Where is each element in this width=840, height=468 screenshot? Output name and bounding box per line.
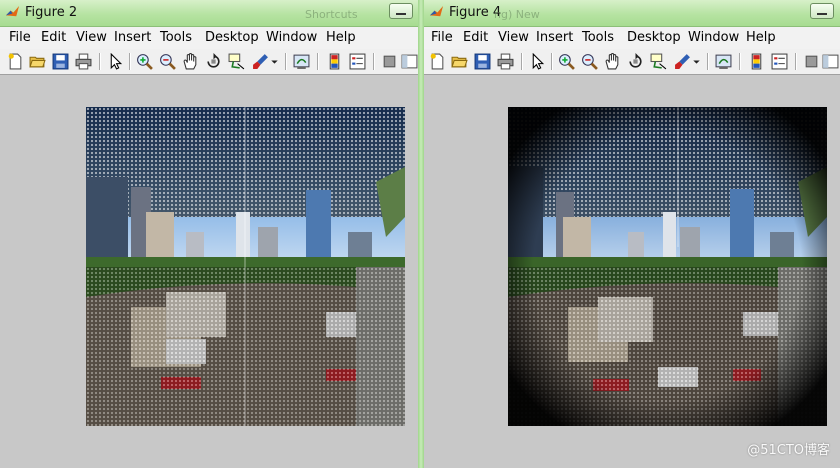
matlab-icon (429, 5, 444, 17)
pan-icon[interactable] (604, 53, 621, 70)
toolbar-separator (317, 53, 319, 70)
minimize-button[interactable] (389, 3, 413, 19)
menu-desktop[interactable]: Desktop (627, 30, 681, 45)
show-plot-tools-icon[interactable] (822, 53, 839, 70)
new-figure-icon[interactable] (429, 53, 446, 70)
open-file-icon[interactable] (451, 53, 468, 70)
toolbar-separator (99, 53, 101, 70)
show-plot-tools-icon[interactable] (401, 53, 418, 70)
watermark-text: @51CTO博客 (747, 443, 830, 458)
menu-tools[interactable]: Tools (582, 30, 614, 45)
print-icon[interactable] (75, 53, 92, 70)
figure-window-left: Figure 2 Shortcuts File Edit View Insert… (0, 0, 418, 468)
data-cursor-icon[interactable] (228, 53, 245, 70)
background-window-title: Shortcuts (305, 8, 358, 21)
toolbar-separator (795, 53, 797, 70)
pointer-icon[interactable] (107, 53, 124, 70)
save-icon[interactable] (52, 53, 69, 70)
data-cursor-icon[interactable] (650, 53, 667, 70)
distorted-photo-image (86, 107, 405, 426)
brush-icon[interactable] (252, 53, 269, 70)
toolbar-separator (129, 53, 131, 70)
hide-plot-tools-icon[interactable] (803, 53, 820, 70)
toolbar-separator (521, 53, 523, 70)
image-axes[interactable] (508, 107, 827, 426)
pointer-icon[interactable] (529, 53, 546, 70)
background-window-title: ng) New (494, 8, 540, 21)
menu-insert[interactable]: Insert (536, 30, 573, 45)
menu-file[interactable]: File (9, 30, 31, 45)
toolbar-separator (707, 53, 709, 70)
toolbar-separator (373, 53, 375, 70)
pan-icon[interactable] (182, 53, 199, 70)
menu-desktop[interactable]: Desktop (205, 30, 259, 45)
rotate-3d-icon[interactable] (205, 53, 222, 70)
menu-edit[interactable]: Edit (463, 30, 488, 45)
minimize-icon (396, 13, 406, 15)
link-plot-icon[interactable] (715, 53, 732, 70)
menu-bar: File Edit View Insert Tools Desktop Wind… (424, 27, 840, 49)
colorbar-icon[interactable] (748, 53, 765, 70)
toolbar-separator (285, 53, 287, 70)
zoom-out-icon[interactable] (581, 53, 598, 70)
toolbar-separator (551, 53, 553, 70)
menu-bar: File Edit View Insert Tools Desktop Wind… (0, 27, 418, 49)
menu-window[interactable]: Window (266, 30, 317, 45)
open-file-icon[interactable] (29, 53, 46, 70)
brush-icon[interactable] (674, 53, 691, 70)
menu-view[interactable]: View (76, 30, 107, 45)
figure-toolbar (0, 49, 418, 75)
save-icon[interactable] (474, 53, 491, 70)
new-figure-icon[interactable] (7, 53, 24, 70)
title-bar[interactable]: Figure 2 Shortcuts (0, 0, 418, 27)
chevron-down-icon[interactable] (270, 53, 279, 70)
menu-edit[interactable]: Edit (41, 30, 66, 45)
rotate-3d-icon[interactable] (627, 53, 644, 70)
link-plot-icon[interactable] (293, 53, 310, 70)
legend-icon[interactable] (771, 53, 788, 70)
print-icon[interactable] (497, 53, 514, 70)
title-bar[interactable]: Figure 4 ng) New (424, 0, 840, 27)
menu-file[interactable]: File (431, 30, 453, 45)
window-title: Figure 2 (25, 5, 78, 20)
zoom-in-icon[interactable] (136, 53, 153, 70)
zoom-out-icon[interactable] (159, 53, 176, 70)
figure-toolbar (424, 49, 840, 75)
menu-window[interactable]: Window (688, 30, 739, 45)
image-axes[interactable] (86, 107, 405, 426)
legend-icon[interactable] (349, 53, 366, 70)
figure-window-right: Figure 4 ng) New File Edit View Insert T… (424, 0, 840, 468)
distorted-photo-image (508, 107, 827, 426)
zoom-in-icon[interactable] (558, 53, 575, 70)
menu-view[interactable]: View (498, 30, 529, 45)
menu-help[interactable]: Help (746, 30, 776, 45)
menu-insert[interactable]: Insert (114, 30, 151, 45)
colorbar-icon[interactable] (326, 53, 343, 70)
toolbar-separator (739, 53, 741, 70)
chevron-down-icon[interactable] (692, 53, 701, 70)
minimize-icon (817, 13, 827, 15)
minimize-button[interactable] (810, 3, 834, 19)
menu-tools[interactable]: Tools (160, 30, 192, 45)
matlab-icon (5, 5, 20, 17)
hide-plot-tools-icon[interactable] (381, 53, 398, 70)
menu-help[interactable]: Help (326, 30, 356, 45)
